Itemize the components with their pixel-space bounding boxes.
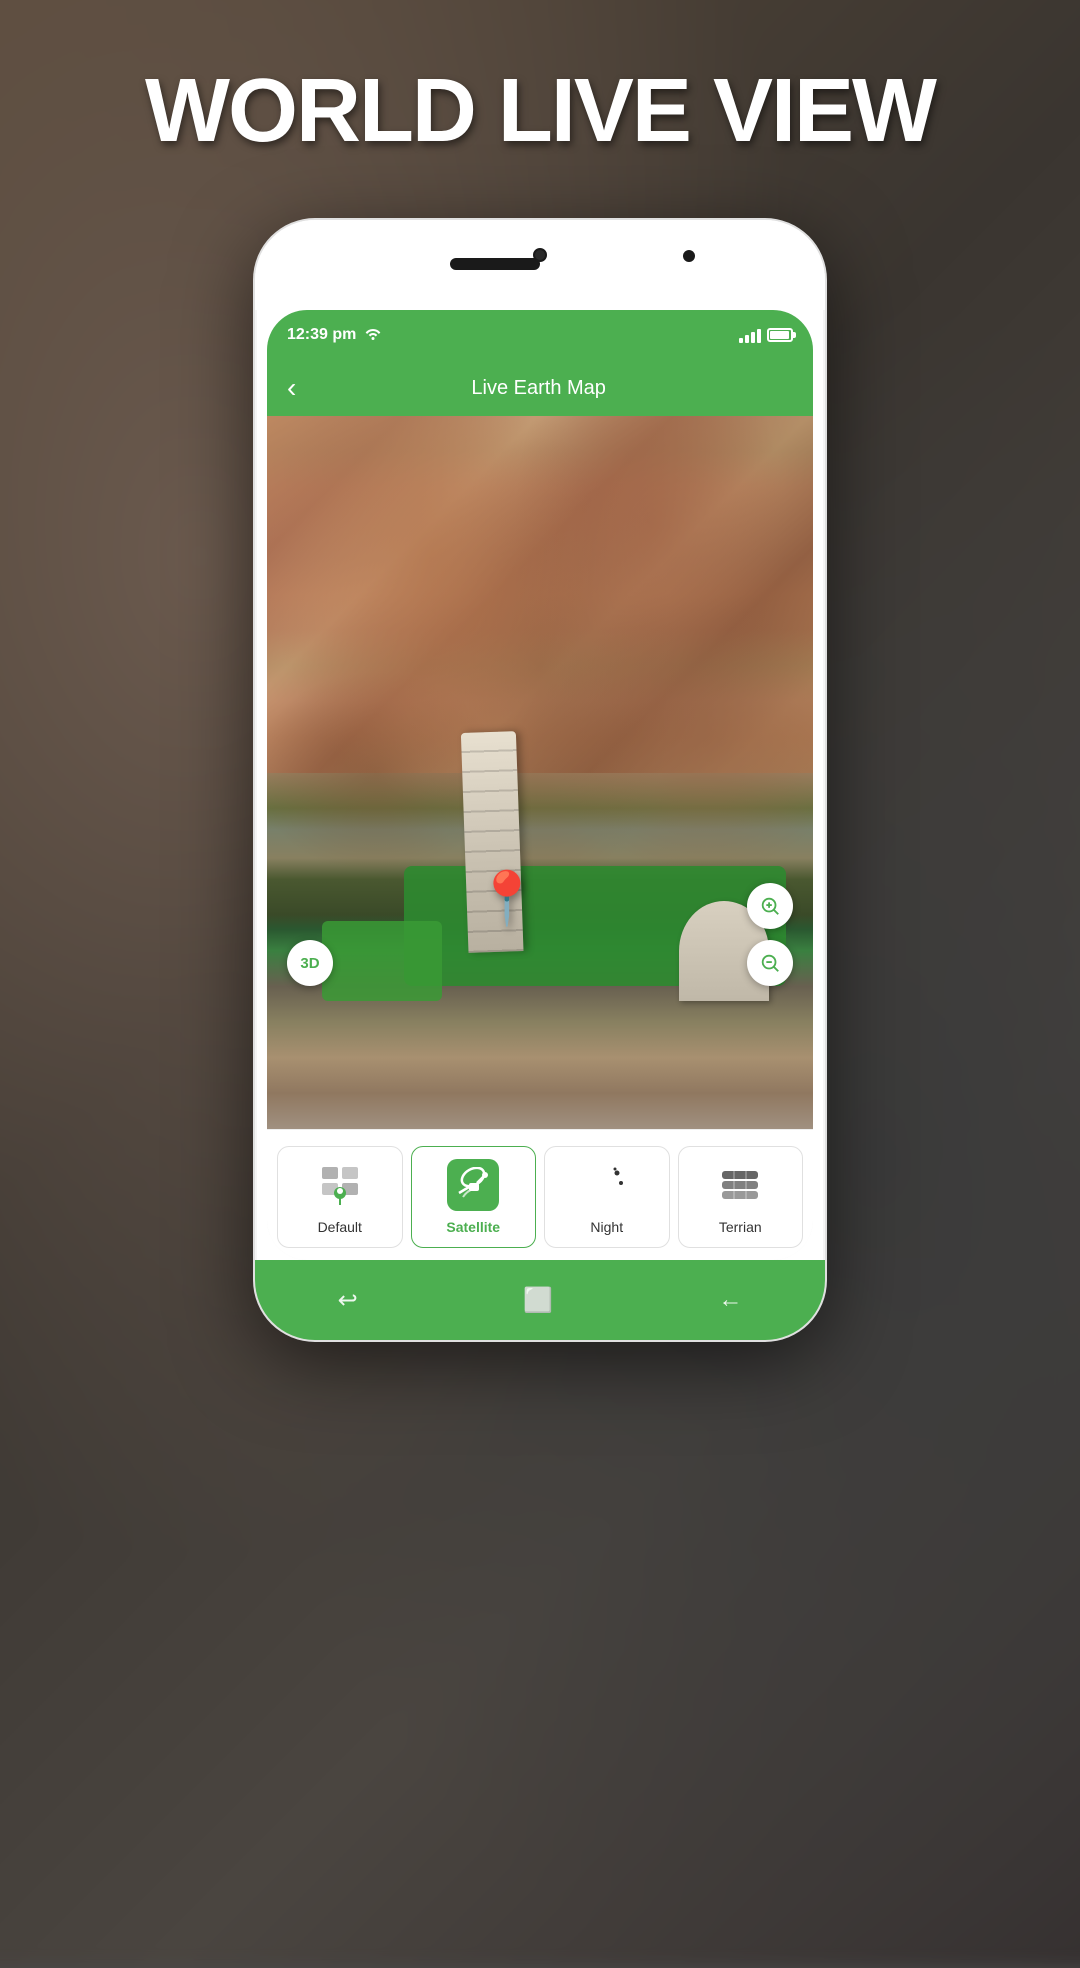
tab-satellite-label: Satellite	[446, 1219, 500, 1235]
nav-back-button[interactable]: ↩	[338, 1286, 358, 1315]
satellite-icon	[447, 1159, 499, 1211]
tab-night[interactable]: Night	[544, 1146, 670, 1248]
status-right	[739, 327, 793, 343]
tab-terrain[interactable]: Terrian	[678, 1146, 804, 1248]
night-icon	[581, 1159, 633, 1211]
tab-night-label: Night	[590, 1219, 623, 1235]
tab-satellite[interactable]: Satellite	[411, 1146, 537, 1248]
map-view[interactable]: 📍 3D	[267, 416, 813, 1129]
phone-body: 12:39 pm	[255, 220, 825, 1340]
phone-mockup: 12:39 pm	[255, 220, 825, 1340]
map-pin-icon	[314, 1159, 366, 1211]
terrain-icon	[714, 1159, 766, 1211]
tab-default[interactable]: Default	[277, 1146, 403, 1248]
app-title: WORLD LIVE VIEW	[0, 60, 1080, 163]
phone-camera-extra	[683, 250, 695, 262]
wifi-icon	[364, 326, 382, 345]
signal-bar-1	[739, 338, 743, 343]
app-header: ‹ Live Earth Map	[267, 360, 813, 416]
phone-screen: 12:39 pm	[267, 310, 813, 1260]
map-background	[267, 416, 813, 1129]
phone-nav-bar: ↩ ⬜ ←	[255, 1260, 825, 1340]
header-title: Live Earth Map	[312, 377, 765, 400]
status-time: 12:39 pm	[287, 326, 356, 344]
nav-return-button[interactable]: ←	[718, 1286, 742, 1314]
phone-notch	[255, 220, 825, 310]
battery-icon	[767, 328, 793, 342]
signal-bar-3	[751, 332, 755, 343]
buildings-overlay	[267, 416, 813, 1129]
screen-content: 12:39 pm	[267, 310, 813, 1260]
signal-bar-4	[757, 329, 761, 343]
battery-fill	[770, 331, 789, 339]
tab-default-label: Default	[318, 1219, 362, 1235]
location-pin: 📍	[475, 868, 540, 929]
signal-bar-2	[745, 335, 749, 343]
phone-speaker	[450, 258, 540, 270]
green-lawn-secondary	[322, 921, 442, 1001]
status-left: 12:39 pm	[287, 326, 382, 345]
nav-home-button[interactable]: ⬜	[523, 1286, 553, 1315]
status-bar: 12:39 pm	[267, 310, 813, 360]
phone-camera	[533, 248, 547, 262]
tab-terrain-label: Terrian	[719, 1219, 762, 1235]
signal-bars	[739, 327, 761, 343]
map-tabs-bar: Default	[267, 1129, 813, 1260]
back-button[interactable]: ‹	[287, 372, 296, 404]
